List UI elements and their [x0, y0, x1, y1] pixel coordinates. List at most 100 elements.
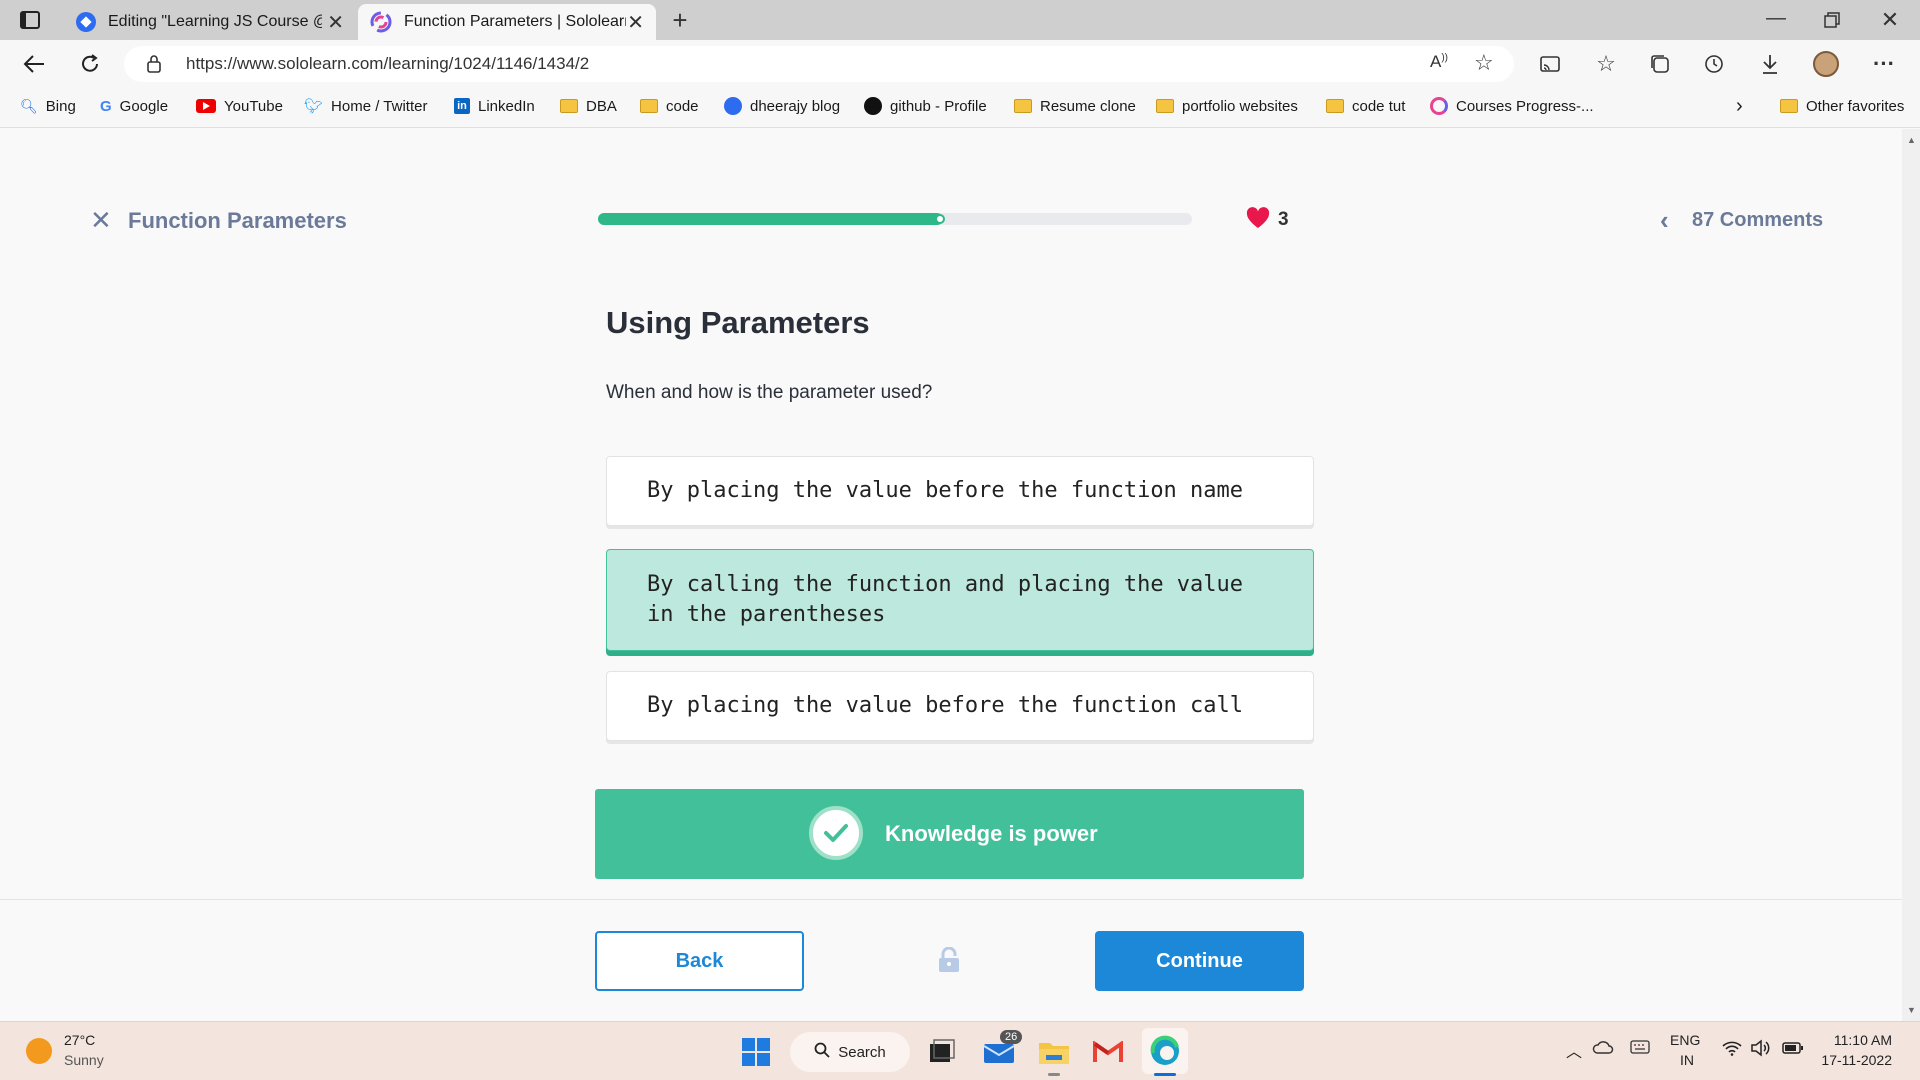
answer-option[interactable]: By placing the value before the function…	[606, 671, 1314, 741]
mail-icon[interactable]: 26	[982, 1030, 1023, 1066]
check-circle-icon	[809, 806, 863, 860]
bookmark-other-favorites[interactable]: Other favorites	[1780, 88, 1904, 124]
windows-start-icon[interactable]	[740, 1036, 772, 1068]
scroll-up-icon[interactable]: ▲	[1907, 135, 1916, 145]
collections-icon[interactable]	[1646, 50, 1674, 78]
heart-icon	[1246, 207, 1270, 234]
volume-icon[interactable]	[1750, 1039, 1770, 1062]
footer-divider	[0, 899, 1902, 900]
bookmark-google[interactable]: G Google	[100, 88, 168, 124]
hearts-count: 3	[1278, 209, 1289, 230]
search-label: Search	[838, 1043, 886, 1061]
back-button[interactable]: Back	[595, 931, 804, 991]
answer-option-text: By calling the function and placing the …	[647, 572, 1244, 627]
question-text: When and how is the parameter used?	[606, 382, 933, 403]
youtube-icon	[196, 99, 216, 113]
bookmark-code-tut[interactable]: code tut	[1326, 88, 1405, 124]
bookmark-twitter[interactable]: 🐦︎ Home / Twitter	[304, 88, 427, 124]
bookmark-dba[interactable]: DBA	[560, 88, 617, 124]
bookmark-github-profile[interactable]: github - Profile	[864, 88, 987, 124]
bookmark-dheerajy-blog[interactable]: dheerajy blog	[724, 88, 840, 124]
windows-taskbar: 27°C Sunny Search 26 ︿ ENG IN 11:10 AM 1…	[0, 1021, 1920, 1080]
wifi-icon[interactable]	[1722, 1040, 1742, 1061]
refresh-icon[interactable]	[76, 50, 104, 78]
google-icon: G	[100, 97, 112, 115]
task-view-icon[interactable]	[928, 1038, 956, 1064]
linkedin-icon: in	[454, 98, 470, 114]
close-tab-icon[interactable]: ✕	[327, 10, 344, 35]
file-explorer-icon[interactable]	[1038, 1038, 1070, 1066]
favorites-icon[interactable]: ☆	[1592, 50, 1620, 78]
answer-option-text: By placing the value before the function…	[647, 478, 1244, 503]
sololearn-icon	[1430, 97, 1448, 115]
tab-actions-icon[interactable]	[16, 6, 44, 34]
read-aloud-icon[interactable]: A))	[1430, 52, 1448, 72]
minimize-icon[interactable]: —	[1762, 4, 1790, 32]
answer-option[interactable]: By placing the value before the function…	[606, 456, 1314, 526]
close-window-icon[interactable]: ✕	[1876, 6, 1904, 34]
bookmark-youtube[interactable]: YouTube	[196, 88, 283, 124]
more-menu-icon[interactable]: ···	[1870, 50, 1898, 78]
progress-track	[598, 213, 1192, 225]
keyboard-icon[interactable]	[1630, 1040, 1650, 1059]
folder-icon	[640, 99, 658, 113]
continue-button[interactable]: Continue	[1095, 931, 1304, 991]
bookmarks-bar: 🔍︎ Bing G Google YouTube 🐦︎ Home / Twitter …	[0, 88, 1920, 128]
add-favorite-icon[interactable]: ☆	[1474, 50, 1494, 76]
page-scrollbar[interactable]: ▲ ▼	[1902, 129, 1920, 1021]
tab-favicon-icon	[76, 12, 96, 32]
profile-avatar[interactable]	[1812, 50, 1840, 78]
bookmark-portfolio-websites[interactable]: portfolio websites	[1156, 88, 1298, 124]
language-code[interactable]: ENG	[1670, 1032, 1700, 1048]
comments-link[interactable]: 87 Comments	[1692, 209, 1823, 232]
bookmarks-overflow-chevron-icon[interactable]: ›	[1736, 88, 1743, 124]
close-lesson-icon[interactable]: ✕	[90, 205, 112, 236]
tab-function-parameters[interactable]: Function Parameters | Sololearn ✕	[358, 4, 656, 40]
feedback-banner: Knowledge is power	[595, 789, 1304, 879]
folder-icon	[1326, 99, 1344, 113]
question-heading: Using Parameters	[606, 305, 870, 340]
clock-time[interactable]: 11:10 AM	[1810, 1032, 1892, 1048]
url-bar[interactable]: https://www.sololearn.com/learning/1024/…	[124, 46, 1514, 82]
bookmark-code[interactable]: code	[640, 88, 699, 124]
lesson-title: Function Parameters	[128, 208, 347, 233]
github-icon	[864, 97, 882, 115]
restore-icon[interactable]	[1818, 6, 1846, 34]
lock-icon[interactable]	[146, 54, 162, 79]
weather-temperature[interactable]: 27°C	[64, 1032, 95, 1048]
language-region[interactable]: IN	[1680, 1052, 1694, 1068]
scroll-down-icon[interactable]: ▼	[1907, 1005, 1916, 1015]
progress-marker	[934, 214, 945, 224]
taskbar-search[interactable]: Search	[790, 1032, 910, 1072]
bookmark-courses-progress[interactable]: Courses Progress-...	[1430, 88, 1594, 124]
battery-icon[interactable]	[1782, 1041, 1804, 1060]
back-arrow-icon[interactable]	[20, 50, 48, 78]
downloads-icon[interactable]	[1756, 50, 1784, 78]
new-tab-icon[interactable]: +	[666, 5, 694, 35]
tab-editing[interactable]: Editing "Learning JS Course @Sc ✕	[64, 4, 356, 40]
tab-strip: Editing "Learning JS Course @Sc ✕ Functi…	[0, 0, 1920, 40]
onedrive-cloud-icon[interactable]	[1592, 1040, 1614, 1059]
blog-icon	[724, 97, 742, 115]
weather-sun-icon[interactable]	[26, 1038, 52, 1064]
url-text[interactable]: https://www.sololearn.com/learning/1024/…	[186, 54, 589, 74]
bookmark-resume-clone[interactable]: Resume clone	[1014, 88, 1136, 124]
history-icon[interactable]	[1700, 50, 1728, 78]
sololearn-favicon-icon	[370, 11, 392, 33]
edge-browser-icon[interactable]	[1142, 1028, 1188, 1074]
clock-date[interactable]: 17-11-2022	[1810, 1052, 1892, 1068]
close-tab-icon[interactable]: ✕	[627, 10, 644, 35]
folder-icon	[1156, 99, 1174, 113]
weather-condition[interactable]: Sunny	[64, 1052, 104, 1068]
bookmark-linkedin[interactable]: in LinkedIn	[454, 88, 535, 124]
chevron-left-icon[interactable]: ‹	[1660, 205, 1669, 236]
bookmark-bing[interactable]: 🔍︎ Bing	[20, 88, 76, 124]
gmail-icon[interactable]	[1092, 1040, 1124, 1064]
folder-icon	[1014, 99, 1032, 113]
chevron-up-icon[interactable]: ︿	[1566, 1038, 1582, 1062]
lesson-page: ✕ Function Parameters 3 ‹ 87 Comments Us…	[0, 129, 1902, 1021]
twitter-icon: 🐦︎	[304, 98, 324, 115]
search-icon	[814, 1042, 830, 1062]
cast-icon[interactable]	[1536, 50, 1564, 78]
answer-option-selected[interactable]: By calling the function and placing the …	[606, 549, 1314, 651]
